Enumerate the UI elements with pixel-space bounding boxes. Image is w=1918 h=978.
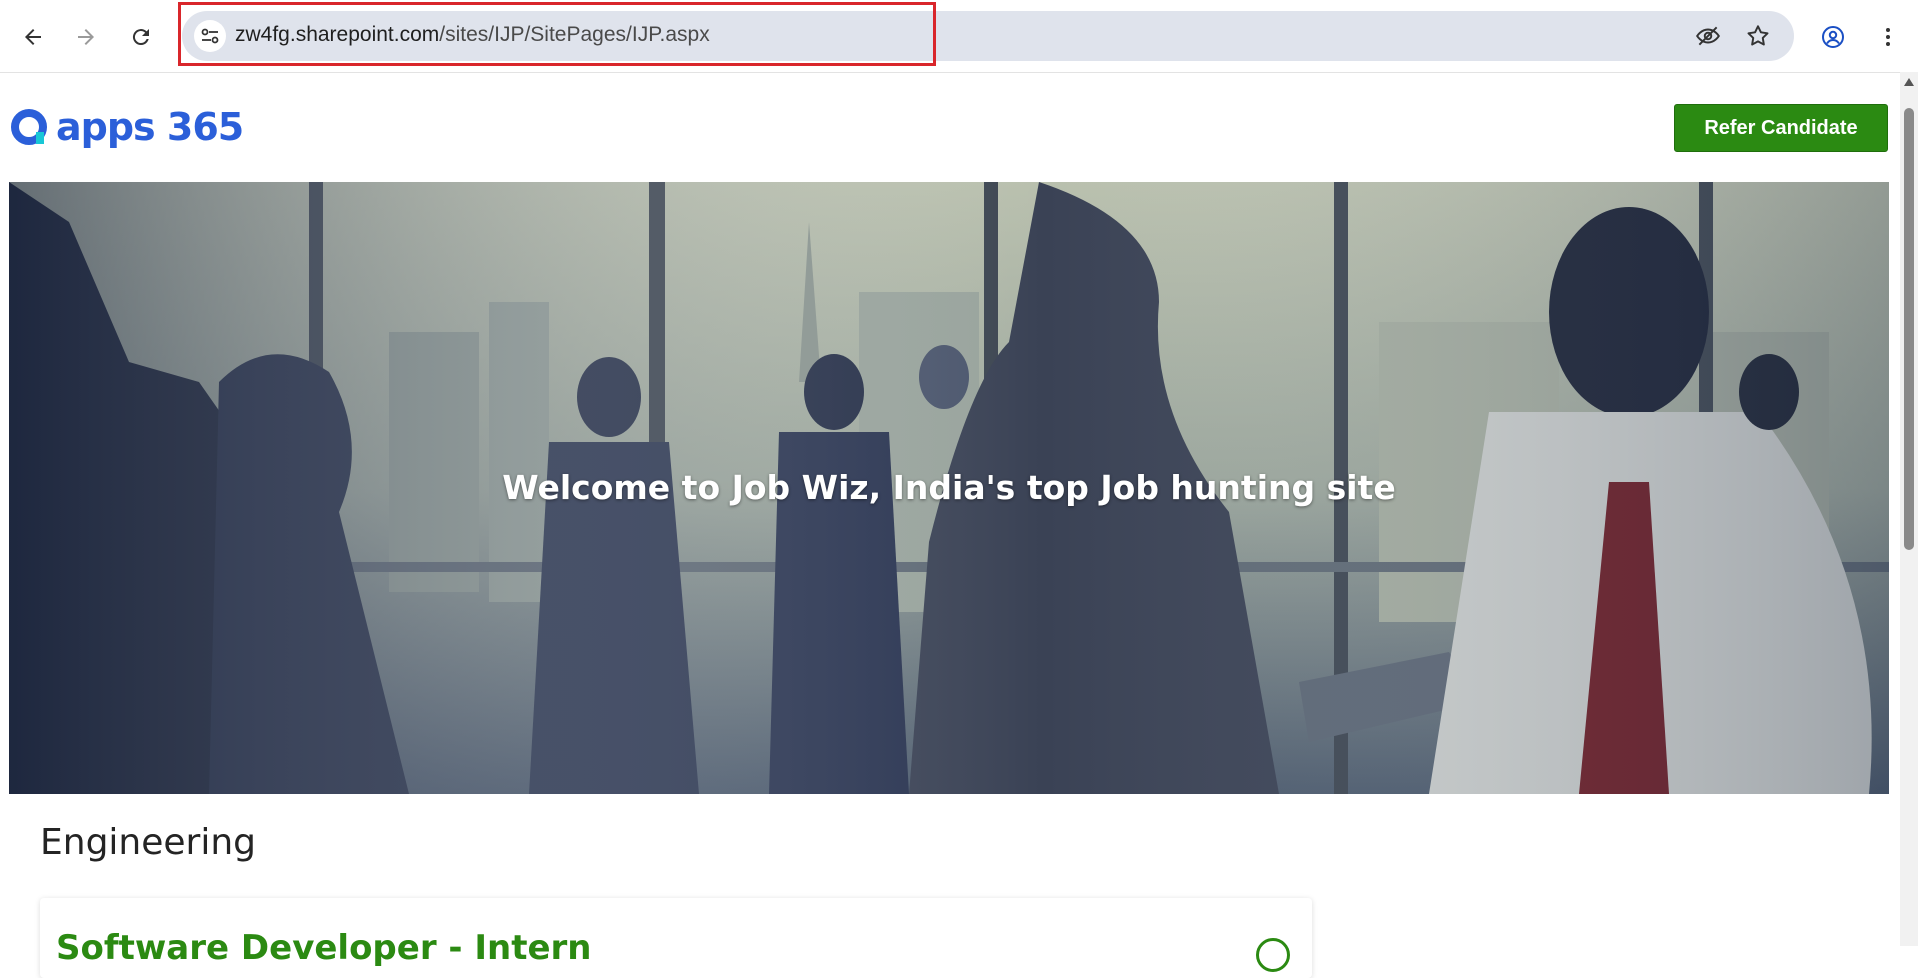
reload-button[interactable]: [122, 18, 160, 56]
job-card-title[interactable]: Software Developer - Intern: [56, 928, 592, 968]
forward-arrow-icon: [78, 29, 94, 45]
profile-icon: [1822, 26, 1844, 48]
back-arrow-icon: [25, 29, 41, 45]
browser-toolbar: zw4fg.sharepoint.com/sites/IJP/SitePages…: [0, 0, 1918, 73]
site-info-icon: [201, 28, 219, 44]
job-card[interactable]: Software Developer - Intern: [40, 898, 1312, 978]
star-icon: [1747, 25, 1769, 46]
section-title-engineering: Engineering: [40, 822, 256, 863]
url-text[interactable]: zw4fg.sharepoint.com/sites/IJP/SitePages…: [235, 23, 710, 47]
logo-text: apps 365: [56, 105, 244, 149]
bookmark-button[interactable]: [1744, 22, 1772, 50]
tracking-protection-button[interactable]: [1694, 22, 1722, 50]
site-info-button[interactable]: [194, 20, 226, 52]
hero-title: Welcome to Job Wiz, India's top Job hunt…: [502, 468, 1396, 507]
refer-candidate-button[interactable]: Refer Candidate: [1674, 104, 1888, 152]
job-status-icon: [1256, 938, 1290, 972]
forward-button[interactable]: [67, 18, 105, 56]
apps365-logo[interactable]: apps 365: [10, 104, 244, 150]
url-host: zw4fg.sharepoint.com: [235, 23, 440, 46]
scroll-thumb[interactable]: [1904, 108, 1914, 550]
hero-banner: Welcome to Job Wiz, India's top Job hunt…: [9, 182, 1889, 794]
reload-icon: [132, 29, 149, 46]
page-scrollbar[interactable]: [1900, 72, 1918, 946]
back-button[interactable]: [14, 18, 52, 56]
eye-off-icon: [1696, 26, 1720, 46]
scroll-up-arrow-icon[interactable]: [1904, 78, 1914, 86]
address-bar[interactable]: zw4fg.sharepoint.com/sites/IJP/SitePages…: [182, 11, 1794, 61]
more-vert-icon: [1886, 28, 1890, 46]
logo-mark-icon: [11, 109, 47, 145]
url-path: /sites/IJP/SitePages/IJP.aspx: [439, 23, 710, 46]
menu-button[interactable]: [1869, 18, 1907, 56]
profile-button[interactable]: [1814, 18, 1852, 56]
